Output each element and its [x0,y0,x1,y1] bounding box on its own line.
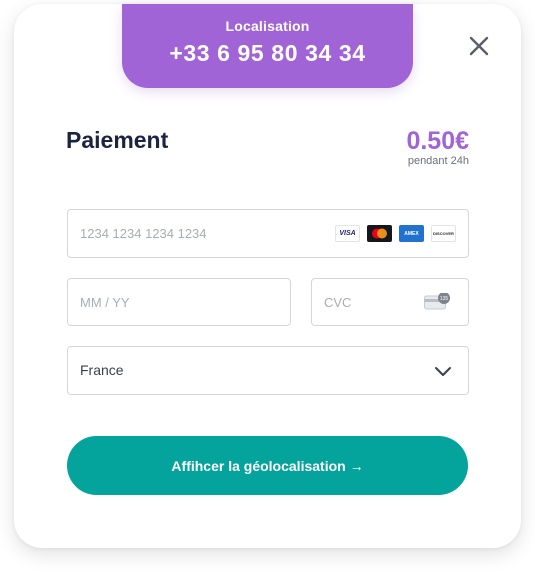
price-duration: pendant 24h [407,155,469,167]
price-block: 0.50€ pendant 24h [406,126,469,167]
close-button[interactable] [466,33,492,59]
country-value: France [80,362,124,378]
price-amount: 0.50€ [406,127,469,155]
card-number-field[interactable]: VISA AMEX DISCOVER [67,209,469,258]
close-icon [469,36,489,56]
cvc-input[interactable] [324,279,414,325]
mastercard-icon [367,225,392,242]
chevron-down-icon [435,367,451,376]
card-number-input[interactable] [80,210,330,257]
country-select[interactable]: France [67,346,469,395]
banner-label: Localisation [225,18,310,34]
card-cvc-icon: 135 [424,293,450,310]
expiry-field[interactable] [67,278,291,326]
expiry-input[interactable] [80,279,270,325]
page-title: Paiement [66,127,169,153]
localisation-banner: Localisation +33 6 95 80 34 34 [122,4,413,88]
card-brands: VISA AMEX DISCOVER [335,225,456,242]
amex-icon: AMEX [399,225,424,242]
phone-number: +33 6 95 80 34 34 [169,40,366,66]
discover-icon: DISCOVER [431,225,456,242]
visa-icon: VISA [335,225,360,242]
cvc-field[interactable]: 135 [311,278,469,326]
cvc-icon-digits: 135 [440,296,449,302]
show-geolocation-button[interactable]: Affihcer la géolocalisation → [67,436,468,495]
